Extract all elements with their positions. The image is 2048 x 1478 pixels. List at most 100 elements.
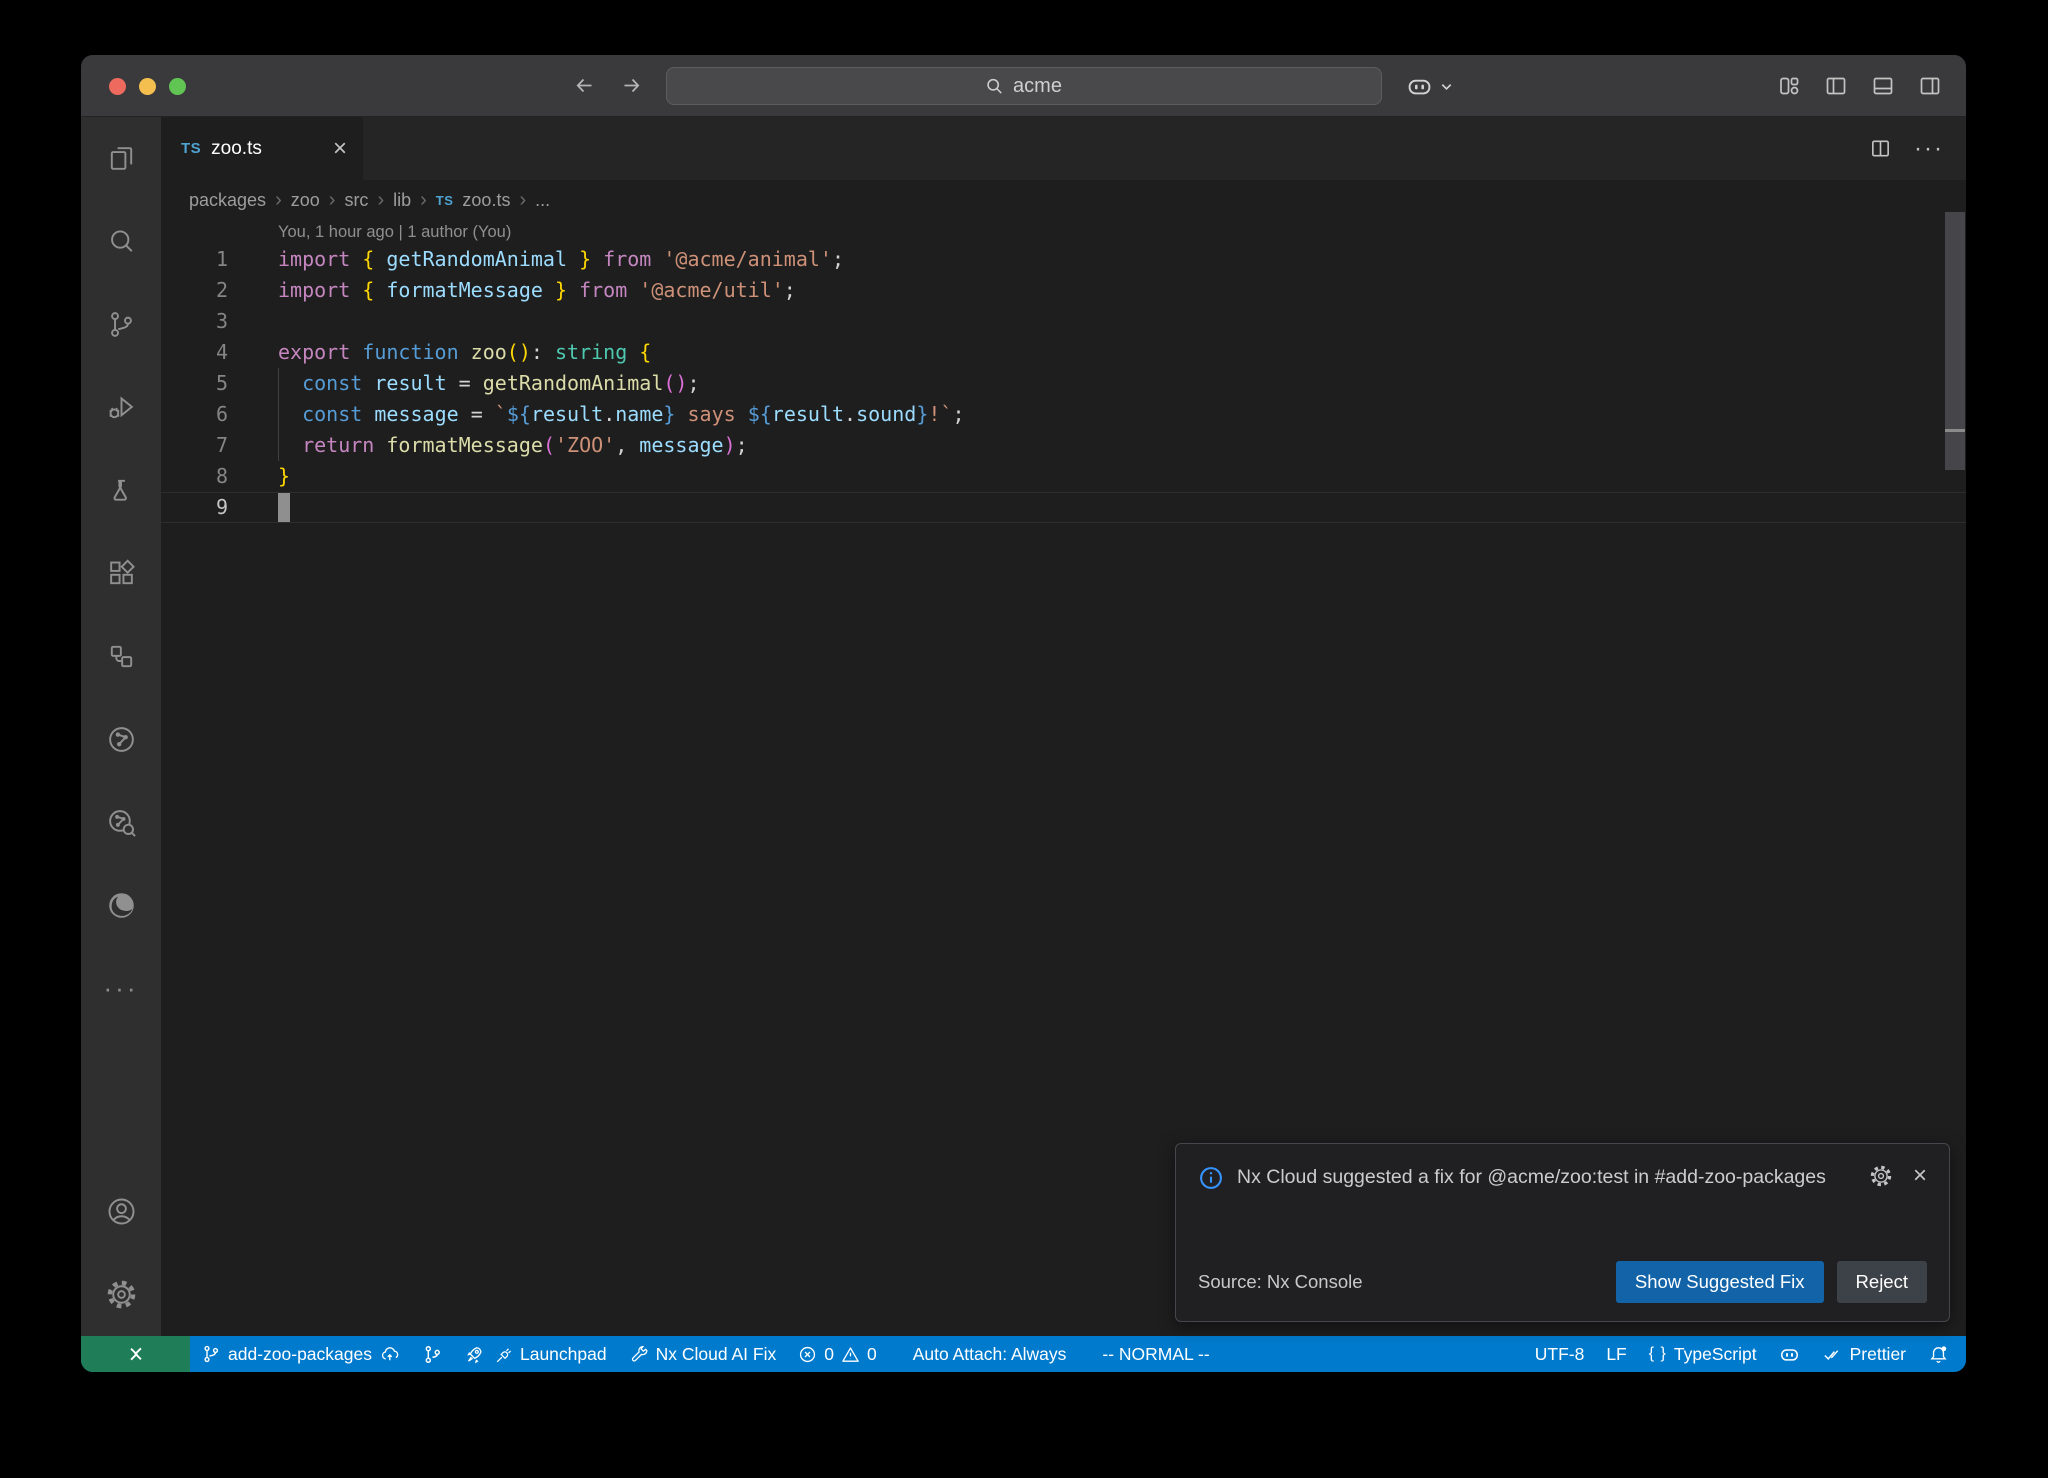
bell-dot-icon	[1928, 1344, 1949, 1365]
edge-browser-icon[interactable]	[81, 864, 161, 947]
search-view-icon[interactable]	[81, 200, 161, 283]
extensions-icon[interactable]	[81, 532, 161, 615]
auto-attach-item[interactable]: Auto Attach: Always	[902, 1336, 1078, 1372]
nx-cloud-ai-fix-label: Nx Cloud AI Fix	[656, 1344, 777, 1365]
warning-count: 0	[867, 1344, 877, 1365]
project-graph-icon[interactable]	[81, 698, 161, 781]
wrench-icon	[629, 1344, 649, 1364]
account-icon[interactable]	[81, 1170, 161, 1253]
settings-gear-icon[interactable]	[81, 1253, 161, 1336]
encoding-item[interactable]: UTF-8	[1524, 1336, 1596, 1372]
typescript-file-icon: TS	[181, 140, 201, 157]
breadcrumb-file[interactable]: zoo.ts	[462, 190, 510, 211]
search-icon	[985, 77, 1004, 96]
overview-ruler-cursor-marker	[1945, 429, 1965, 432]
more-actions-icon[interactable]: ···	[1914, 135, 1944, 163]
line-number: 9	[161, 492, 228, 523]
explorer-icon[interactable]	[81, 117, 161, 200]
braces-icon: { }	[1649, 1345, 1667, 1363]
line-number: 2	[161, 275, 228, 306]
tab-label: zoo.ts	[211, 138, 323, 160]
code-line[interactable]: 8}	[161, 461, 1966, 492]
language-mode-item[interactable]: { } TypeScript	[1638, 1336, 1768, 1372]
close-tab-icon[interactable]: ×	[333, 137, 347, 161]
line-number: 4	[161, 337, 228, 368]
warnings-icon	[841, 1345, 860, 1364]
command-center-search[interactable]: acme	[666, 67, 1382, 105]
forward-arrow-icon[interactable]	[619, 74, 643, 98]
tab-zoo-ts[interactable]: TS zoo.ts ×	[161, 117, 363, 180]
code-lines: 1import { getRandomAnimal } from '@acme/…	[161, 244, 1966, 523]
launchpad-item[interactable]: Launchpad	[454, 1336, 618, 1372]
git-graph-icon	[422, 1344, 443, 1365]
git-branch-item[interactable]: add-zoo-packages	[190, 1336, 411, 1372]
chevron-right-icon: ›	[329, 189, 336, 212]
status-bar: add-zoo-packages Launchpad Nx Cloud AI F…	[81, 1336, 1966, 1372]
problems-item[interactable]: 0 0	[787, 1336, 887, 1372]
nx-console-icon[interactable]	[81, 615, 161, 698]
breadcrumb-item[interactable]: packages	[189, 190, 266, 211]
close-window-button[interactable]	[109, 78, 126, 95]
remote-indicator[interactable]	[81, 1336, 190, 1372]
breadcrumb-more[interactable]: ...	[535, 190, 550, 211]
back-arrow-icon[interactable]	[573, 74, 597, 98]
toggle-secondary-sidebar-icon[interactable]	[1918, 74, 1942, 98]
breadcrumb-item[interactable]: zoo	[291, 190, 320, 211]
cloud-upload-icon	[379, 1344, 400, 1365]
code-line[interactable]: 5 const result = getRandomAnimal();	[161, 368, 1966, 399]
additional-views-icon[interactable]: ···	[81, 947, 161, 1030]
git-blame-annotation: You, 1 hour ago | 1 author (You)	[161, 220, 1966, 244]
minimize-window-button[interactable]	[139, 78, 156, 95]
formatter-item[interactable]: Prettier	[1811, 1336, 1917, 1372]
code-line[interactable]: 7 return formatMessage('ZOO', message);	[161, 430, 1966, 461]
code-line[interactable]: 4export function zoo(): string {	[161, 337, 1966, 368]
git-branch-icon	[201, 1344, 221, 1364]
split-editor-icon[interactable]	[1869, 137, 1892, 160]
nx-cloud-ai-fix-item[interactable]: Nx Cloud AI Fix	[618, 1336, 788, 1372]
git-graph-item[interactable]	[411, 1336, 454, 1372]
copilot-icon	[1779, 1344, 1800, 1365]
activity-bar: ···	[81, 117, 161, 1336]
remote-icon	[125, 1343, 147, 1365]
plug-icon	[493, 1344, 513, 1364]
vim-mode-item[interactable]: -- NORMAL --	[1091, 1336, 1220, 1372]
errors-icon	[798, 1345, 817, 1364]
code-line[interactable]: 3	[161, 306, 1966, 337]
code-line[interactable]: 9	[161, 492, 1966, 523]
notification-settings-gear-icon[interactable]	[1869, 1164, 1893, 1188]
customize-layout-icon[interactable]	[1777, 74, 1801, 98]
copilot-menu[interactable]	[1406, 55, 1454, 117]
chevron-right-icon: ›	[420, 189, 427, 212]
graph-search-icon[interactable]	[81, 781, 161, 864]
line-number: 8	[161, 461, 228, 492]
chevron-right-icon: ›	[377, 189, 384, 212]
notification-toast: Nx Cloud suggested a fix for @acme/zoo:t…	[1175, 1143, 1950, 1322]
line-number: 3	[161, 306, 228, 337]
line-number: 6	[161, 399, 228, 430]
code-line[interactable]: 6 const message = `${result.name} says $…	[161, 399, 1966, 430]
notifications-bell-item[interactable]	[1917, 1336, 1960, 1372]
show-suggested-fix-button[interactable]: Show Suggested Fix	[1616, 1261, 1824, 1303]
toggle-panel-icon[interactable]	[1871, 74, 1895, 98]
run-debug-icon[interactable]	[81, 366, 161, 449]
code-line[interactable]: 2import { formatMessage } from '@acme/ut…	[161, 275, 1966, 306]
eol-item[interactable]: LF	[1595, 1336, 1637, 1372]
vscode-window: acme	[81, 55, 1966, 1372]
search-value: acme	[1013, 75, 1062, 98]
toggle-primary-sidebar-icon[interactable]	[1824, 74, 1848, 98]
breadcrumb-item[interactable]: src	[344, 190, 368, 211]
testing-icon[interactable]	[81, 449, 161, 532]
reject-button[interactable]: Reject	[1837, 1261, 1927, 1303]
chevron-right-icon: ›	[519, 189, 526, 212]
title-bar: acme	[81, 55, 1966, 117]
copilot-status-item[interactable]	[1768, 1336, 1811, 1372]
formatter-label: Prettier	[1850, 1344, 1906, 1365]
error-count: 0	[824, 1344, 834, 1365]
close-notification-icon[interactable]: ×	[1913, 1164, 1927, 1188]
zoom-window-button[interactable]	[169, 78, 186, 95]
code-line[interactable]: 1import { getRandomAnimal } from '@acme/…	[161, 244, 1966, 275]
source-control-icon[interactable]	[81, 283, 161, 366]
rocket-icon	[465, 1344, 486, 1365]
breadcrumb-item[interactable]: lib	[393, 190, 411, 211]
line-number: 1	[161, 244, 228, 275]
